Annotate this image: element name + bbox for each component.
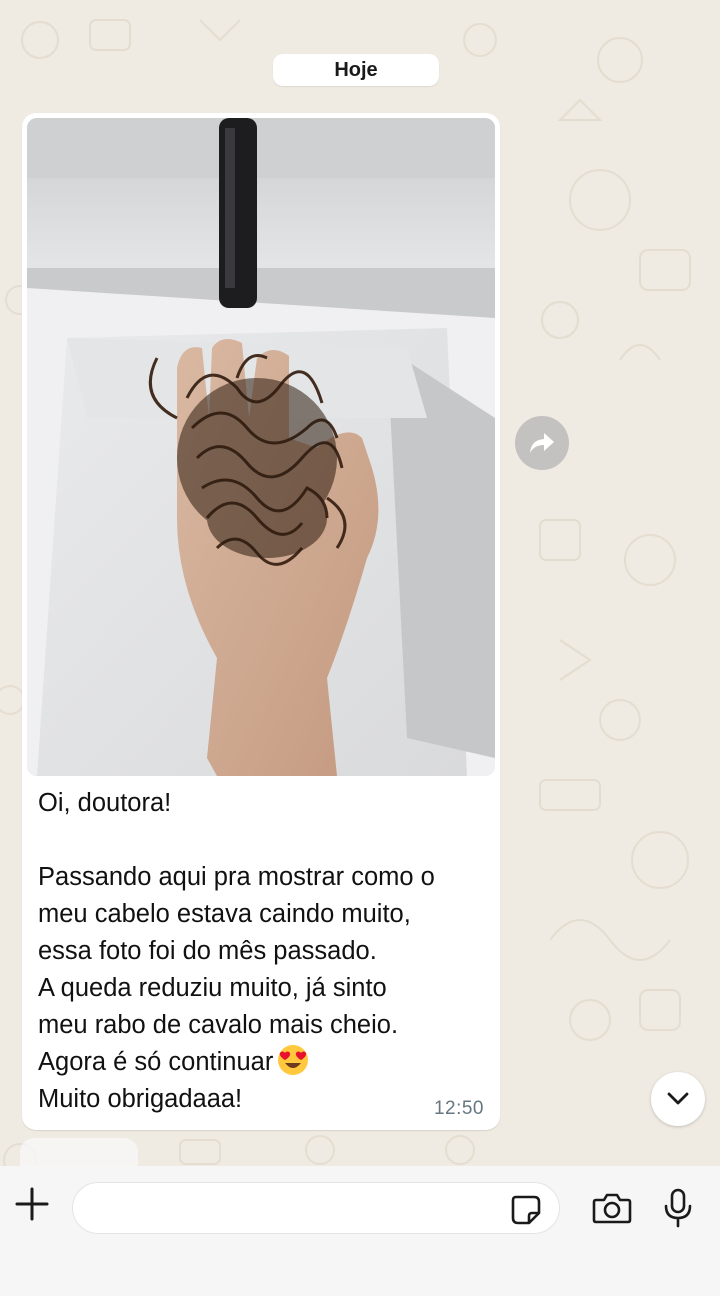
composer-bar: [0, 1166, 720, 1296]
camera-button[interactable]: [588, 1186, 636, 1230]
caption-line: [38, 822, 493, 859]
date-label: Hoje: [334, 58, 378, 81]
date-separator: Hoje: [273, 54, 439, 86]
message-caption: Oi, doutora! Passando aqui pra mostrar c…: [38, 785, 493, 1118]
message-bubble[interactable]: Oi, doutora! Passando aqui pra mostrar c…: [22, 113, 500, 1130]
message-photo[interactable]: [27, 118, 495, 776]
sticker-icon: [511, 1195, 541, 1225]
plus-icon: [15, 1187, 49, 1221]
attach-button[interactable]: [10, 1182, 54, 1226]
forward-arrow-icon: [530, 433, 554, 453]
caption-line: meu rabo de cavalo mais cheio.: [38, 1011, 399, 1039]
caption-line: A queda reduziu muito, já sinto: [38, 974, 387, 1002]
microphone-icon: [664, 1188, 692, 1228]
sticker-button[interactable]: [506, 1190, 546, 1230]
heart-eyes-emoji-icon: [278, 1045, 309, 1075]
microphone-button[interactable]: [656, 1184, 700, 1232]
photo-hand-holding-hair: [27, 118, 495, 776]
message-time: 12:50: [433, 1098, 484, 1119]
caption-line: meu cabelo estava caindo muito,: [38, 900, 411, 928]
forward-button[interactable]: [515, 416, 569, 470]
camera-icon: [592, 1193, 632, 1224]
caption-line-text: Agora é só continuar: [38, 1048, 274, 1076]
scroll-to-bottom-button[interactable]: [651, 1072, 705, 1126]
caption-line: essa foto foi do mês passado.: [38, 937, 377, 965]
caption-line: Muito obrigadaaa!: [38, 1085, 243, 1113]
caption-line: Oi, doutora!: [38, 789, 172, 817]
chevron-down-icon: [667, 1092, 689, 1105]
caption-line-with-emoji: Agora é só continuar: [38, 1044, 493, 1081]
caption-line: Passando aqui pra mostrar como o: [38, 863, 435, 891]
message-input[interactable]: [72, 1182, 560, 1234]
